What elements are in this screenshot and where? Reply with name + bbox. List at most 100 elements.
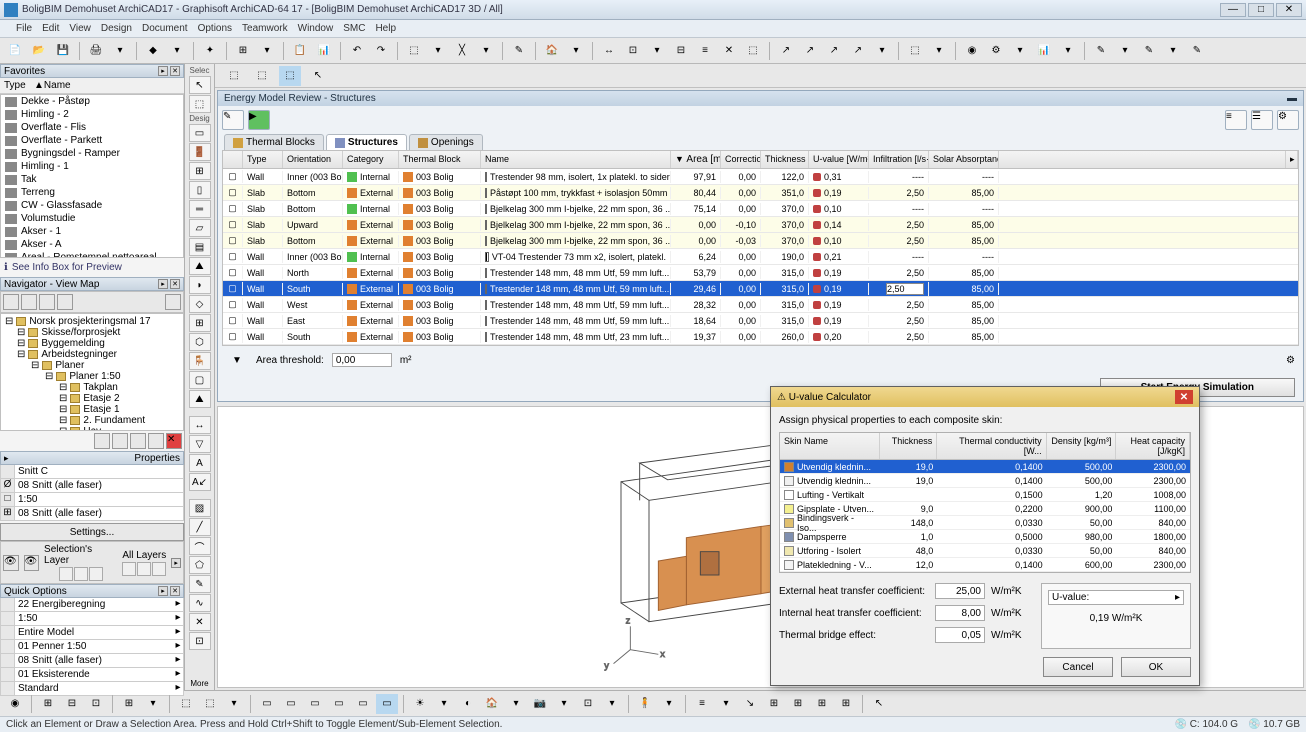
tb-8[interactable]: ⬚ bbox=[403, 41, 425, 61]
quick-option-row[interactable]: 1:50▸ bbox=[0, 612, 184, 626]
nav-b1[interactable] bbox=[94, 433, 110, 449]
bt-10[interactable]: ▭ bbox=[256, 694, 278, 714]
minimize-button[interactable]: — bbox=[1220, 3, 1246, 17]
favorite-item[interactable]: Tak bbox=[1, 173, 183, 186]
bt-1[interactable]: ◉ bbox=[4, 694, 26, 714]
tool-hotspot[interactable]: ✕ bbox=[189, 613, 211, 631]
threshold-input[interactable] bbox=[332, 353, 392, 367]
tab-openings[interactable]: Openings bbox=[409, 134, 483, 150]
structure-row[interactable]: ▢SlabBottomExternal003 BoligPåstøpt 100 … bbox=[223, 185, 1298, 201]
col-orient[interactable]: Orientation bbox=[283, 151, 343, 168]
prop-row[interactable]: □1:50 bbox=[0, 493, 184, 507]
tool-window[interactable]: ⊞ bbox=[189, 162, 211, 180]
close-button[interactable]: ✕ bbox=[1276, 3, 1302, 17]
layer-eye[interactable]: 👁 bbox=[3, 555, 19, 571]
fav-close[interactable]: ✕ bbox=[170, 66, 180, 76]
int-input[interactable] bbox=[935, 605, 985, 621]
tb-32[interactable]: 📊 bbox=[1033, 41, 1055, 61]
tb-18[interactable]: ⊟ bbox=[670, 41, 692, 61]
vt-3[interactable]: ⬚ bbox=[279, 66, 301, 86]
energy-panel-collapse[interactable]: ▬ bbox=[1287, 93, 1297, 104]
tb-3[interactable]: ✦ bbox=[199, 41, 221, 61]
layer-opts[interactable]: ▸ bbox=[171, 558, 181, 568]
plot-button[interactable]: ▾ bbox=[109, 41, 131, 61]
bridge-input[interactable] bbox=[935, 627, 985, 643]
bt-4[interactable]: ⊡ bbox=[85, 694, 107, 714]
tb-34[interactable]: ✎ bbox=[1090, 41, 1112, 61]
structure-row[interactable]: ▢WallInner (003 Bolig)Internal003 BoligT… bbox=[223, 169, 1298, 185]
prop-row[interactable]: ⊞08 Snitt (alle faser) bbox=[0, 507, 184, 521]
structure-row[interactable]: ▢SlabBottomExternal003 BoligBjelkelag 30… bbox=[223, 233, 1298, 249]
menu-options[interactable]: Options bbox=[198, 23, 232, 34]
col-uval[interactable]: U-value [W/m²K] bbox=[809, 151, 869, 168]
tab-structures[interactable]: Structures bbox=[326, 134, 407, 150]
bt-22[interactable]: ▾ bbox=[553, 694, 575, 714]
uv-skin-row[interactable]: Utvendig klednin...19,00,1400500,002300,… bbox=[780, 474, 1190, 488]
structure-row[interactable]: ▢SlabBottomInternal003 BoligBjelkelag 30… bbox=[223, 201, 1298, 217]
favorite-item[interactable]: Overflate - Parkett bbox=[1, 134, 183, 147]
uv-skin-row[interactable]: Dampsperre1,00,5000980,001800,00 bbox=[780, 530, 1190, 544]
col-type[interactable]: Type bbox=[243, 151, 283, 168]
tool-fig[interactable]: ⊡ bbox=[189, 632, 211, 650]
tb-11[interactable]: ▾ bbox=[475, 41, 497, 61]
settings-button[interactable]: Settings... bbox=[0, 523, 184, 541]
tb-20[interactable]: ✕ bbox=[718, 41, 740, 61]
tool-skylight[interactable]: ◇ bbox=[189, 295, 211, 313]
navigator-tree[interactable]: ⊟Norsk prosjekteringsmal 17 ⊟Skisse/forp… bbox=[0, 313, 184, 431]
bt-18[interactable]: ◐ bbox=[457, 694, 479, 714]
tb-22[interactable]: ↗ bbox=[775, 41, 797, 61]
tb-28[interactable]: ▾ bbox=[928, 41, 950, 61]
tb-15[interactable]: ↔ bbox=[598, 41, 620, 61]
tb-21[interactable]: ⬚ bbox=[742, 41, 764, 61]
tree-item[interactable]: ⊟Etasje 2 bbox=[3, 393, 181, 404]
nav-delete[interactable]: ✕ bbox=[166, 433, 182, 449]
tool-dim[interactable]: ↔ bbox=[189, 416, 211, 434]
tb-6[interactable]: 📋 bbox=[289, 41, 311, 61]
maximize-button[interactable]: □ bbox=[1248, 3, 1274, 17]
favorite-item[interactable]: Volumstudie bbox=[1, 212, 183, 225]
tb-1[interactable]: ◆ bbox=[142, 41, 164, 61]
bt-11[interactable]: ▭ bbox=[280, 694, 302, 714]
bt-29[interactable]: ↘ bbox=[739, 694, 761, 714]
structure-row[interactable]: ▢WallSouthExternal003 BoligTrestender 14… bbox=[223, 281, 1298, 297]
tb-30[interactable]: ⚙ bbox=[985, 41, 1007, 61]
energy-view-list[interactable]: ≡ bbox=[1225, 110, 1247, 130]
tool-stair[interactable]: ▤ bbox=[189, 238, 211, 256]
tb-2[interactable]: ▾ bbox=[166, 41, 188, 61]
bt-20[interactable]: ▾ bbox=[505, 694, 527, 714]
bt-21[interactable]: 📷 bbox=[529, 694, 551, 714]
print-button[interactable]: 🖨 bbox=[85, 41, 107, 61]
tb-24[interactable]: ↗ bbox=[823, 41, 845, 61]
tool-column[interactable]: ▯ bbox=[189, 181, 211, 199]
energy-settings[interactable]: ⚙ bbox=[1277, 110, 1299, 130]
quick-option-row[interactable]: 01 Penner 1:50▸ bbox=[0, 640, 184, 654]
al-2[interactable] bbox=[137, 562, 151, 576]
favorites-list[interactable]: Dekke - PåstøpHimling - 2Overflate - Fli… bbox=[0, 94, 184, 258]
bt-13[interactable]: ▭ bbox=[328, 694, 350, 714]
bt-25[interactable]: 🧍 bbox=[634, 694, 656, 714]
al-3[interactable] bbox=[152, 562, 166, 576]
prop-row[interactable]: Ø08 Snitt (alle faser) bbox=[0, 479, 184, 493]
menu-file[interactable]: File bbox=[16, 23, 32, 34]
tree-item[interactable]: ⊟Etasje 1 bbox=[3, 404, 181, 415]
tree-item[interactable]: ⊟Arbeidstegninger bbox=[3, 349, 181, 360]
tool-object[interactable]: 🪑 bbox=[189, 352, 211, 370]
tool-marquee[interactable]: ⬚ bbox=[189, 95, 211, 113]
favorite-item[interactable]: Dekke - Påstøp bbox=[1, 95, 183, 108]
tree-item[interactable]: ⊟Skisse/forprosjekt bbox=[3, 327, 181, 338]
undo-button[interactable]: ↶ bbox=[346, 41, 368, 61]
col-corr[interactable]: Correctio... bbox=[721, 151, 761, 168]
menu-document[interactable]: Document bbox=[142, 23, 188, 34]
structure-row[interactable]: ▢WallWestExternal003 BoligTrestender 148… bbox=[223, 297, 1298, 313]
qo-close[interactable]: ✕ bbox=[170, 586, 180, 596]
sl-1[interactable] bbox=[59, 567, 73, 581]
col-tb[interactable]: Thermal Block bbox=[399, 151, 481, 168]
tb-31[interactable]: ▾ bbox=[1009, 41, 1031, 61]
bt-34[interactable]: ↖ bbox=[868, 694, 890, 714]
tb-36[interactable]: ✎ bbox=[1138, 41, 1160, 61]
tool-text[interactable]: A bbox=[189, 454, 211, 472]
fav-opts[interactable]: ▸ bbox=[158, 66, 168, 76]
tool-more[interactable]: More bbox=[188, 677, 210, 690]
bt-27[interactable]: ≡ bbox=[691, 694, 713, 714]
tb-19[interactable]: ≡ bbox=[694, 41, 716, 61]
